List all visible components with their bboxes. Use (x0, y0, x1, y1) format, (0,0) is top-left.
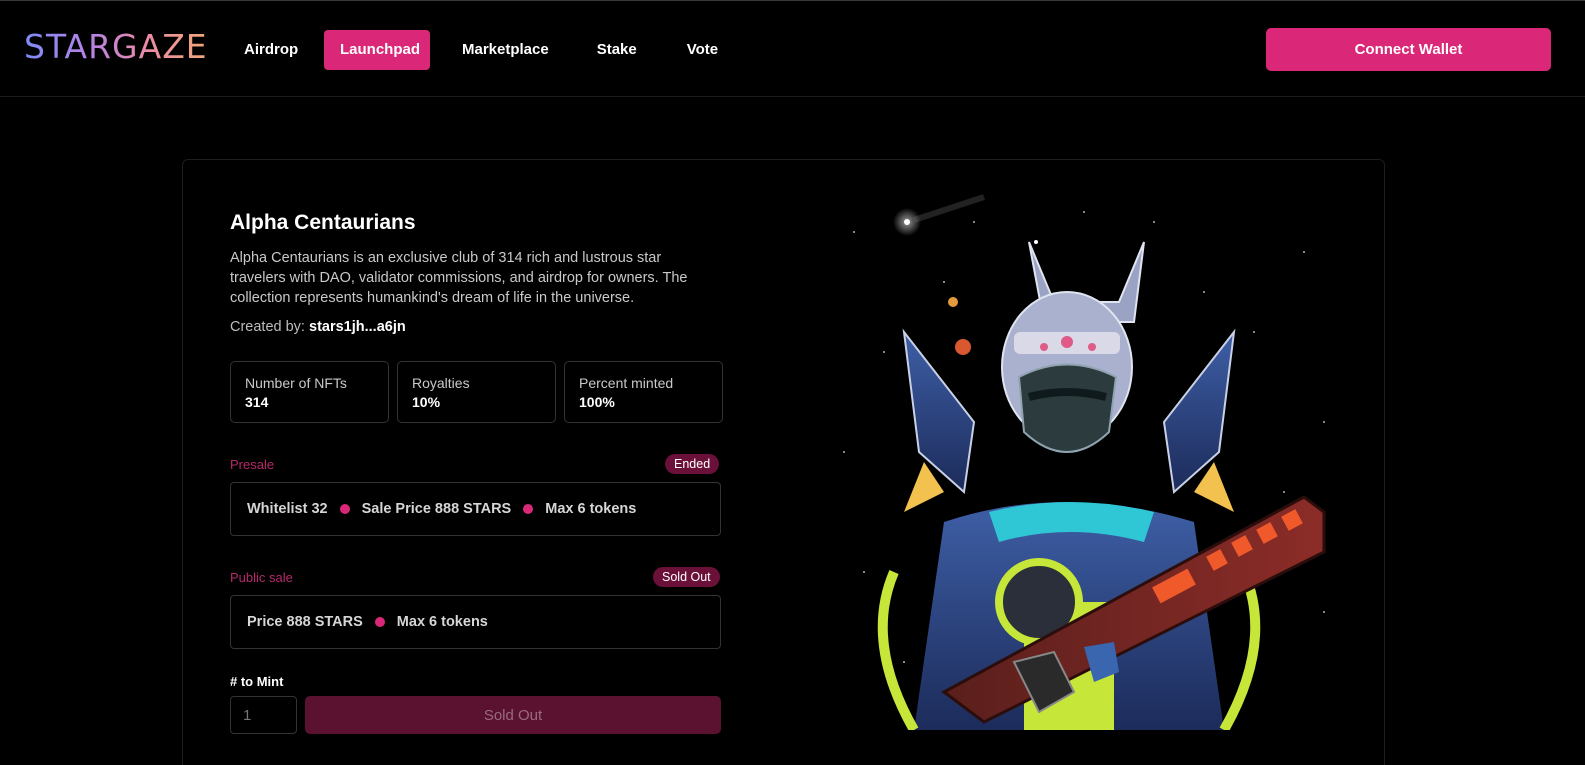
public-sale-details: Price 888 STARS Max 6 tokens (230, 595, 721, 649)
mint-quantity-label: # to Mint (230, 674, 284, 689)
nav-stake[interactable]: Stake (581, 30, 653, 70)
public-sale-label: Public sale (230, 570, 293, 585)
top-header: STARGAZE Airdrop Launchpad Marketplace S… (0, 1, 1585, 97)
stat-label: Royalties (412, 375, 470, 391)
presale-price: Sale Price 888 STARS (361, 501, 512, 517)
separator-dot (339, 504, 350, 514)
stat-label: Number of NFTs (245, 375, 347, 391)
separator-dot (374, 617, 385, 627)
stargaze-logo[interactable]: STARGAZE (24, 27, 208, 66)
creator-line: Created by: stars1jh...a6jn (230, 319, 406, 335)
presale-max-tokens: Max 6 tokens (545, 501, 637, 517)
creator-address[interactable]: stars1jh...a6jn (309, 319, 406, 335)
stats-row: Number of NFTs 314 Royalties 10% Percent… (230, 361, 723, 423)
nav-vote[interactable]: Vote (671, 30, 734, 70)
creator-label: Created by: (230, 319, 309, 335)
stat-value: 314 (245, 394, 269, 410)
public-sale-status-badge: Sold Out (653, 567, 720, 587)
separator-dot (523, 504, 534, 514)
alien-warrior-illustration (843, 194, 1326, 730)
nav-airdrop[interactable]: Airdrop (228, 30, 309, 70)
stat-value: 100% (579, 394, 615, 410)
nav-launchpad[interactable]: Launchpad (324, 30, 430, 70)
mint-quantity-input[interactable] (230, 696, 297, 734)
presale-whitelist: Whitelist 32 (247, 501, 328, 517)
stat-value: 10% (412, 394, 441, 410)
public-sale-max-tokens: Max 6 tokens (396, 614, 488, 630)
presale-status-badge: Ended (665, 454, 720, 474)
stat-label: Percent minted (579, 375, 674, 391)
connect-wallet-button[interactable]: Connect Wallet (1266, 28, 1551, 71)
sold-out-button[interactable]: Sold Out (305, 696, 721, 734)
stat-royalties: Royalties 10% (397, 361, 556, 423)
presale-details: Whitelist 32 Sale Price 888 STARS Max 6 … (230, 482, 721, 536)
presale-label: Presale (230, 457, 275, 472)
collection-title: Alpha Centaurians (230, 211, 416, 234)
nav-marketplace[interactable]: Marketplace (446, 30, 565, 70)
stat-percent-minted: Percent minted 100% (564, 361, 723, 423)
main-nav: Airdrop Launchpad Marketplace Stake Vote (228, 30, 734, 70)
nft-artwork (824, 192, 1344, 730)
stat-number-of-nfts: Number of NFTs 314 (230, 361, 389, 423)
public-sale-price: Price 888 STARS (247, 614, 363, 630)
collection-description: Alpha Centaurians is an exclusive club o… (230, 250, 688, 306)
